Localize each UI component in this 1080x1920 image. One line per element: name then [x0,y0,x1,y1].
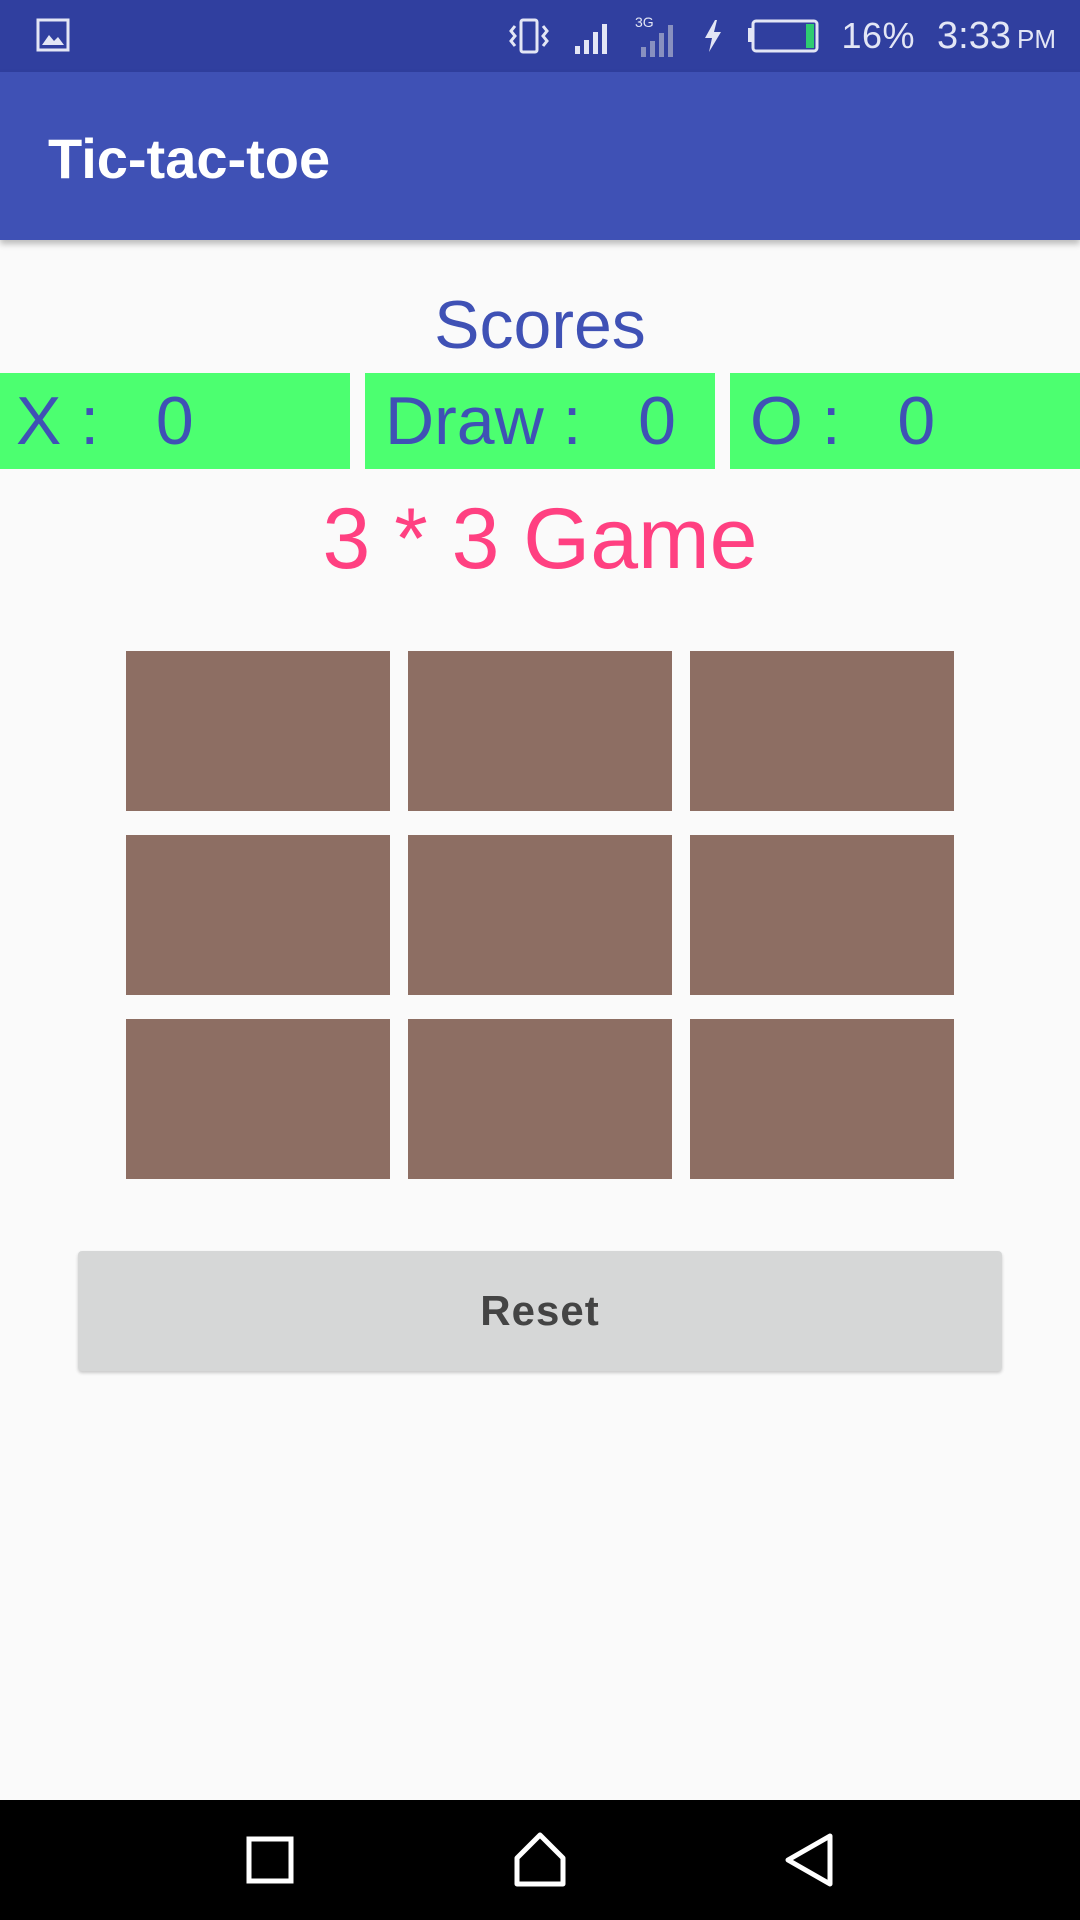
scores-heading: Scores [434,287,646,363]
board-cell-2[interactable] [408,651,672,811]
score-x-value: 0 [155,383,194,459]
clock: 3:33 PM [937,15,1056,58]
board-cell-1[interactable] [126,651,390,811]
board-cell-8[interactable] [408,1019,672,1179]
status-bar: 3G 16% 3:33 PM [0,0,1080,72]
score-x-box: X : 0 [0,373,350,469]
board-cell-3[interactable] [690,651,954,811]
score-x-label: X : [16,383,100,459]
app-title: Tic-tac-toe [48,127,331,190]
board-cell-7[interactable] [126,1019,390,1179]
reset-button[interactable]: Reset [78,1251,1002,1371]
gallery-notification-icon [36,18,70,52]
score-o-label: O : [750,383,841,459]
board-cell-6[interactable] [690,835,954,995]
signal-icon [573,16,613,56]
battery-icon [747,19,819,53]
home-icon[interactable] [510,1830,570,1890]
charging-icon [701,18,725,54]
clock-ampm: PM [1017,23,1056,54]
score-o-box: O : 0 [730,373,1080,469]
game-board [126,651,954,1179]
score-draw-value: 0 [638,383,676,459]
vibrate-icon [507,16,551,56]
app-bar: Tic-tac-toe [0,72,1080,240]
status-icons: 3G 16% 3:33 PM [507,0,1056,72]
clock-time: 3:33 [937,14,1011,57]
board-cell-4[interactable] [126,835,390,995]
board-cell-5[interactable] [408,835,672,995]
network-type-label: 3G [635,14,654,30]
battery-percent: 16% [841,15,916,56]
score-o-value: 0 [897,383,936,459]
score-draw-label: Draw : [385,383,582,459]
board-cell-9[interactable] [690,1019,954,1179]
navigation-bar [0,1800,1080,1920]
recents-icon[interactable] [240,1830,300,1890]
signal-3g-icon: 3G [635,13,679,59]
score-draw-box: Draw : 0 [365,373,715,469]
back-icon[interactable] [780,1830,840,1890]
game-title: 3 * 3 Game [322,491,758,587]
